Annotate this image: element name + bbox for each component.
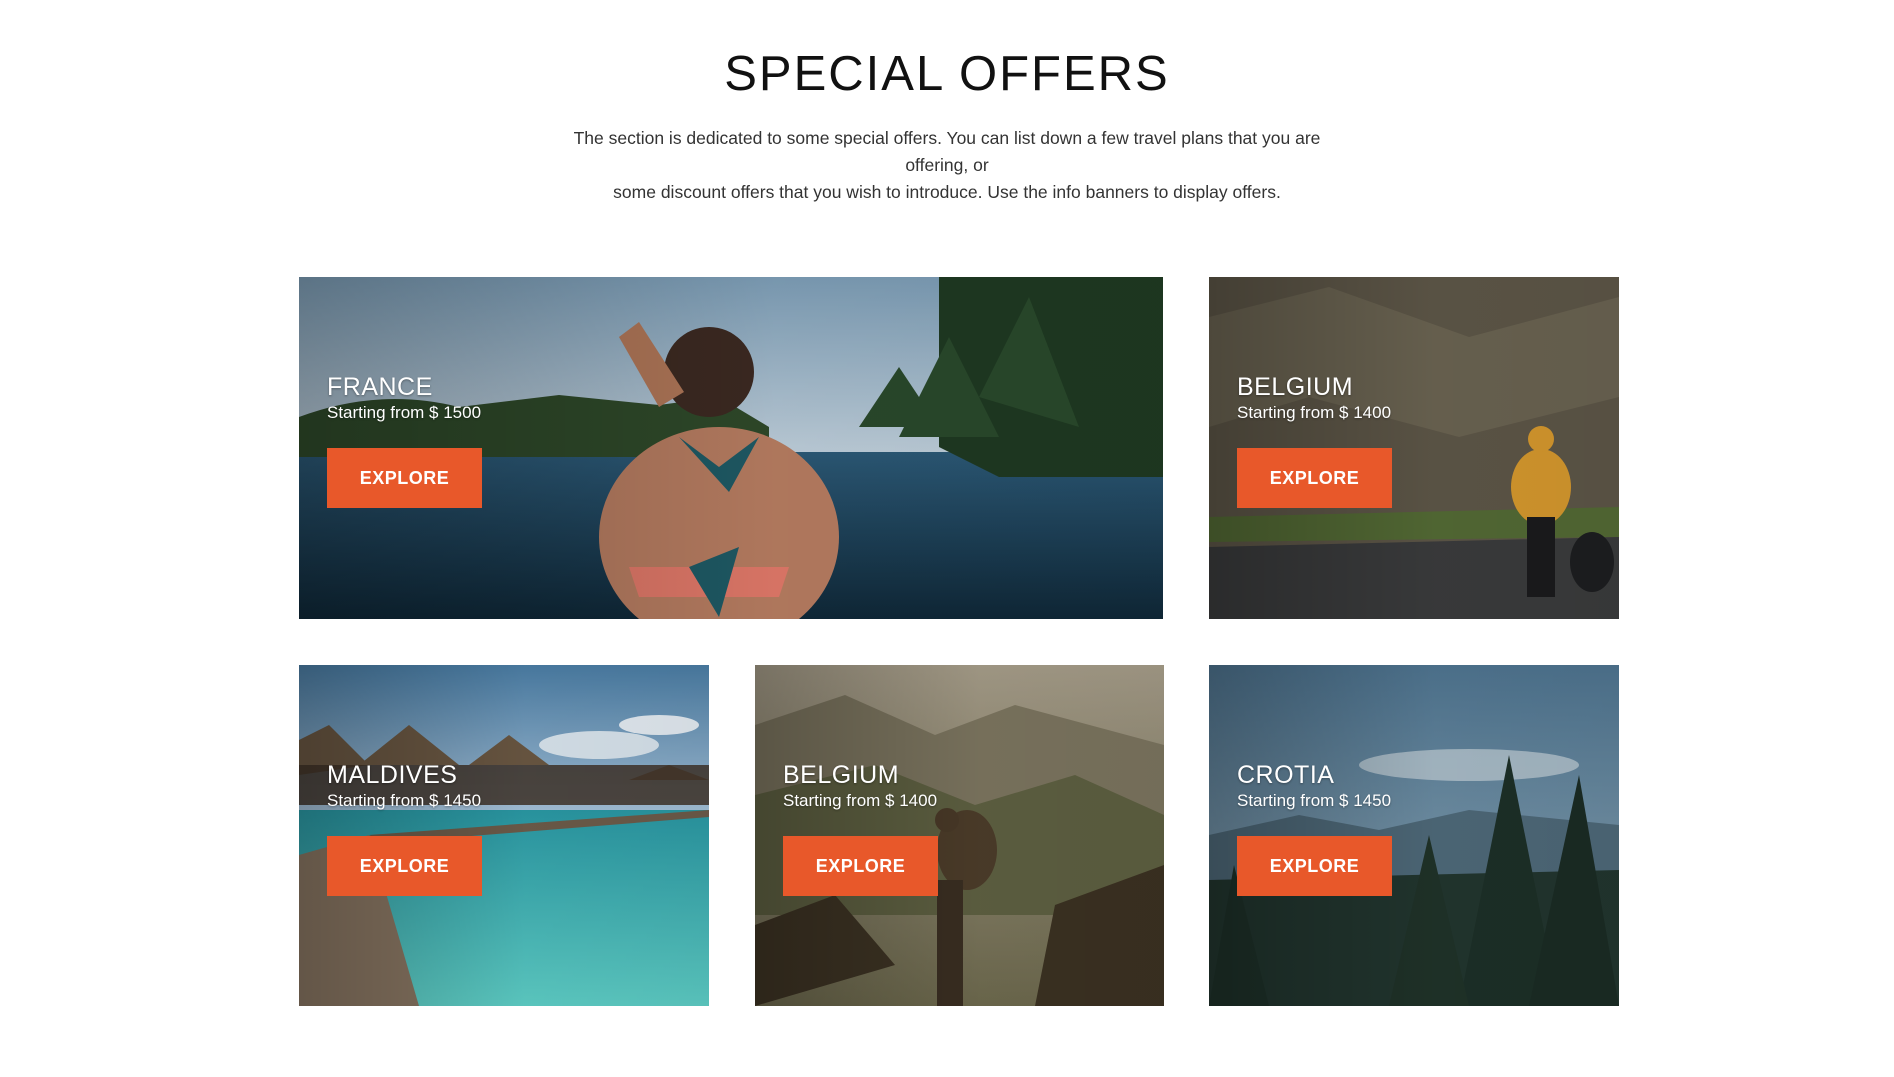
- explore-button-france[interactable]: EXPLORE: [327, 448, 482, 508]
- explore-button-maldives[interactable]: EXPLORE: [327, 836, 482, 896]
- offer-card-france[interactable]: FRANCE Starting from $ 1500 EXPLORE: [299, 277, 1163, 619]
- explore-button-belgium[interactable]: EXPLORE: [1237, 448, 1392, 508]
- offer-destination: FRANCE: [327, 373, 433, 401]
- offer-info: CROTIA Starting from $ 1450 EXPLORE: [1237, 761, 1392, 896]
- description-line-2: some discount offers that you wish to in…: [613, 182, 1281, 202]
- section-title: SPECIAL OFFERS: [724, 47, 1170, 101]
- section-description: The section is dedicated to some special…: [547, 125, 1347, 206]
- offer-destination: BELGIUM: [1237, 373, 1354, 401]
- offer-price: Starting from $ 1400: [1237, 403, 1392, 422]
- offer-destination: CROTIA: [1237, 761, 1335, 789]
- offer-card-belgium-2[interactable]: BELGIUM Starting from $ 1400 EXPLORE: [755, 665, 1164, 1006]
- offer-info: BELGIUM Starting from $ 1400 EXPLORE: [783, 761, 938, 896]
- offer-destination: BELGIUM: [783, 761, 900, 789]
- offer-price: Starting from $ 1450: [327, 791, 482, 810]
- offer-price: Starting from $ 1450: [1237, 791, 1392, 810]
- offer-destination: MALDIVES: [327, 761, 458, 789]
- offer-info: FRANCE Starting from $ 1500 EXPLORE: [327, 373, 482, 508]
- offer-card-maldives[interactable]: MALDIVES Starting from $ 1450 EXPLORE: [299, 665, 709, 1006]
- offer-info: BELGIUM Starting from $ 1400 EXPLORE: [1237, 373, 1392, 508]
- explore-button-crotia[interactable]: EXPLORE: [1237, 836, 1392, 896]
- offer-info: MALDIVES Starting from $ 1450 EXPLORE: [327, 761, 482, 896]
- offer-card-belgium-1[interactable]: BELGIUM Starting from $ 1400 EXPLORE: [1209, 277, 1619, 619]
- offer-price: Starting from $ 1400: [783, 791, 938, 810]
- description-line-1: The section is dedicated to some special…: [573, 128, 1321, 175]
- explore-button-belgium[interactable]: EXPLORE: [783, 836, 938, 896]
- offer-card-crotia[interactable]: CROTIA Starting from $ 1450 EXPLORE: [1209, 665, 1619, 1006]
- offer-price: Starting from $ 1500: [327, 403, 482, 422]
